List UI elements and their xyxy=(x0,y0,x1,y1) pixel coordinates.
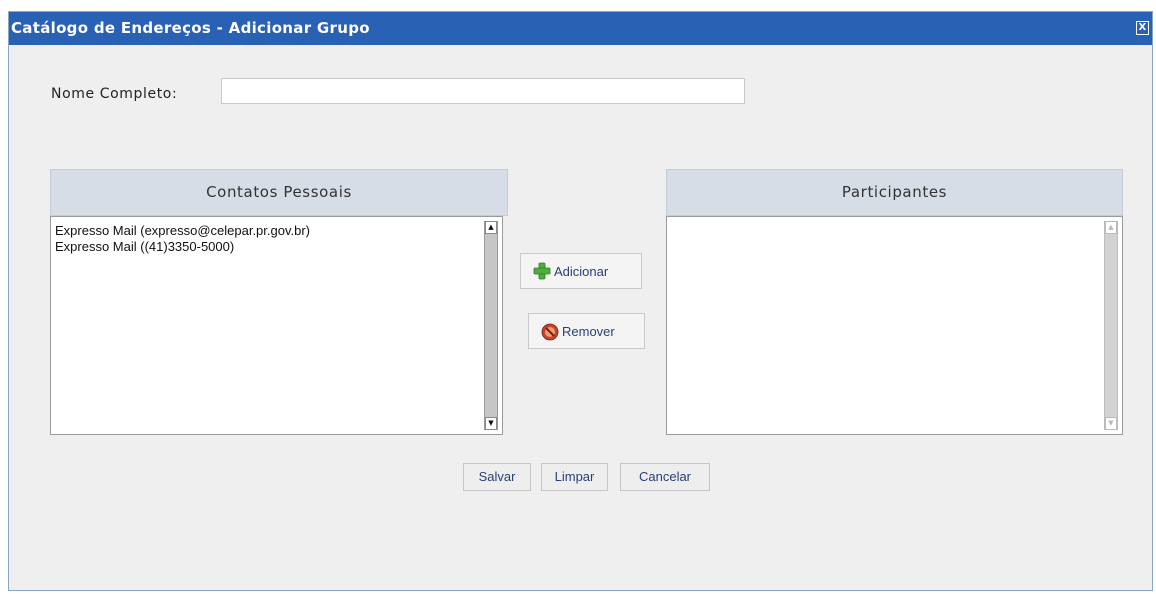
clear-button[interactable]: Limpar xyxy=(541,463,608,491)
scroll-down-icon[interactable]: ▼ xyxy=(1105,417,1117,430)
close-icon[interactable]: X xyxy=(1136,21,1149,35)
scroll-down-icon[interactable]: ▼ xyxy=(485,417,497,430)
full-name-input[interactable] xyxy=(221,78,745,104)
participants-panel-header: Participantes xyxy=(666,169,1123,216)
contacts-panel-header: Contatos Pessoais xyxy=(50,169,508,216)
dialog-titlebar: Catálogo de Endereços - Adicionar Grupo … xyxy=(9,12,1152,45)
scroll-up-icon[interactable]: ▲ xyxy=(1105,221,1117,234)
add-button[interactable]: Adicionar xyxy=(520,253,642,289)
remove-button-label: Remover xyxy=(562,323,615,339)
participants-scrollbar[interactable]: ▲ ▼ xyxy=(1104,221,1118,430)
red-remove-icon xyxy=(541,323,559,341)
dialog-title: Catálogo de Endereços - Adicionar Grupo xyxy=(11,19,370,37)
scroll-up-icon[interactable]: ▲ xyxy=(485,221,497,234)
participants-listbox[interactable]: ▲ ▼ xyxy=(666,216,1123,435)
cancel-button[interactable]: Cancelar xyxy=(620,463,710,491)
list-item[interactable]: Expresso Mail (expresso@celepar.pr.gov.b… xyxy=(55,223,478,239)
full-name-label: Nome Completo: xyxy=(51,86,178,102)
list-item[interactable]: Expresso Mail ((41)3350-5000) xyxy=(55,239,478,255)
save-button[interactable]: Salvar xyxy=(463,463,531,491)
contacts-list: Expresso Mail (expresso@celepar.pr.gov.b… xyxy=(55,223,478,255)
contacts-listbox[interactable]: Expresso Mail (expresso@celepar.pr.gov.b… xyxy=(50,216,503,435)
contacts-scrollbar[interactable]: ▲ ▼ xyxy=(484,221,498,430)
remove-button[interactable]: Remover xyxy=(528,313,645,349)
add-button-label: Adicionar xyxy=(554,263,609,279)
green-plus-icon xyxy=(533,262,551,280)
add-group-dialog: Catálogo de Endereços - Adicionar Grupo … xyxy=(8,11,1153,591)
